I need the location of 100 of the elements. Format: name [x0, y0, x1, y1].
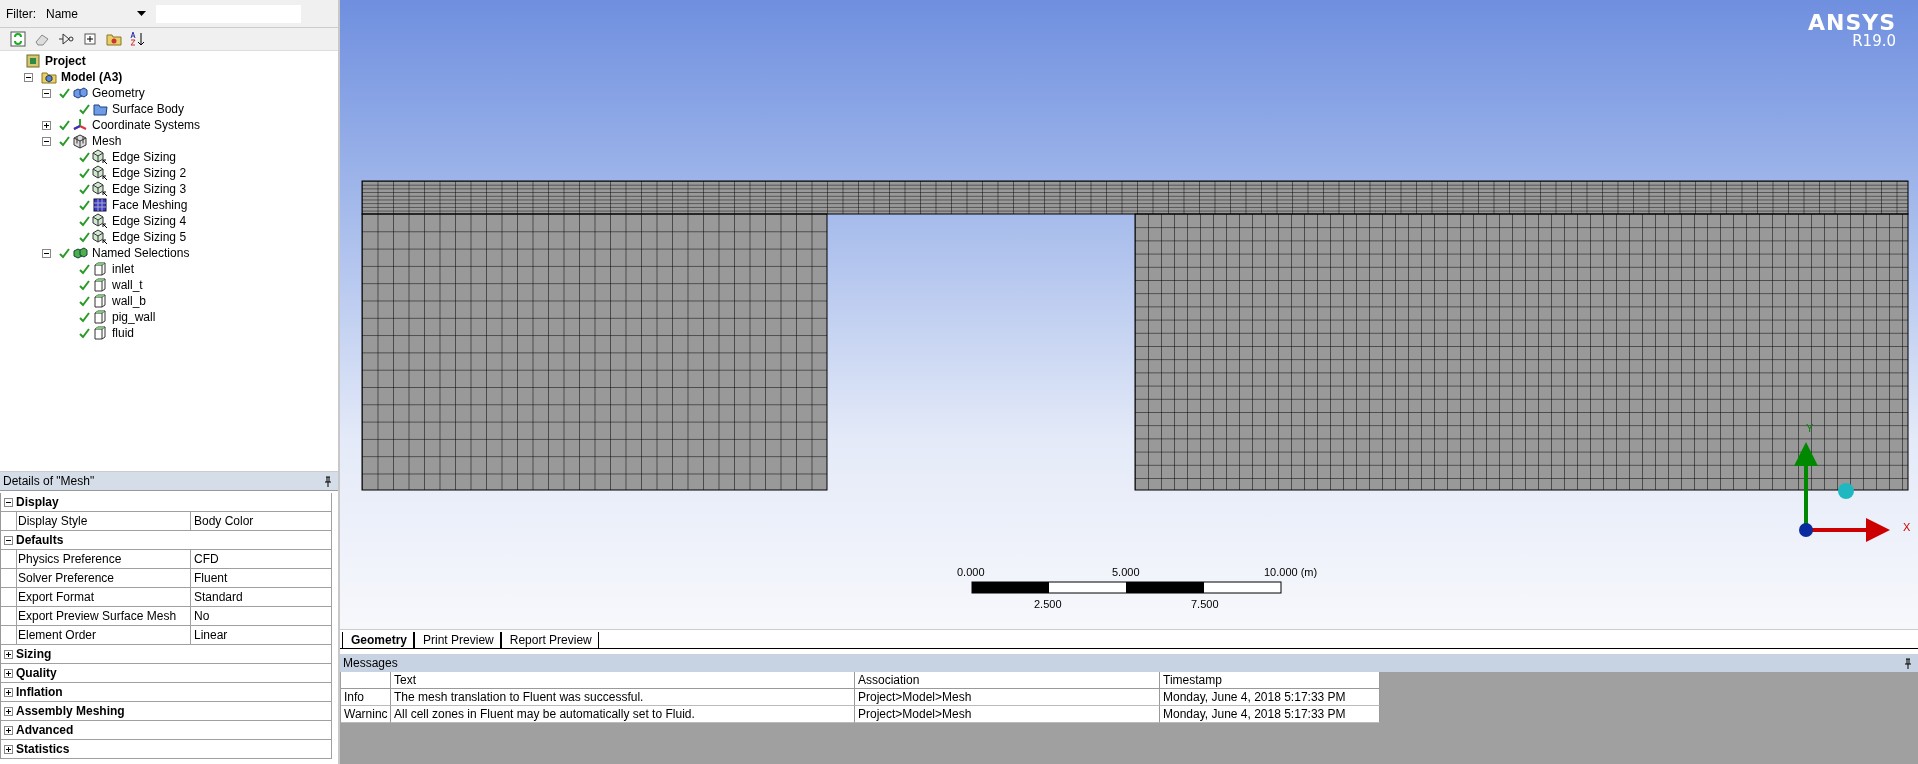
cubes-icon: [72, 245, 88, 261]
tree-item[interactable]: Edge Sizing 3: [110, 182, 189, 196]
scale-label: 7.500: [1191, 598, 1219, 610]
scale-label: 5.000: [1112, 566, 1140, 578]
expand-icon[interactable]: [82, 31, 98, 47]
table-cell: Monday, June 4, 2018 5:17:33 PM: [1160, 689, 1380, 706]
tree-item[interactable]: wall_t: [110, 278, 145, 292]
property-value[interactable]: Body Color: [191, 514, 254, 528]
check-icon: [59, 135, 70, 147]
cube-arrow-icon: [92, 149, 108, 165]
property-value[interactable]: Linear: [191, 628, 228, 642]
tree-item[interactable]: Named Selections: [90, 246, 192, 260]
sort-icon[interactable]: [130, 31, 146, 47]
panel-title: Details of "Mesh": [3, 474, 95, 488]
property-value[interactable]: Standard: [191, 590, 243, 604]
expand-toggle-icon[interactable]: [4, 706, 13, 716]
axis-label: Y: [1806, 422, 1814, 434]
tree-item[interactable]: Surface Body: [110, 102, 187, 116]
tree-item[interactable]: Geometry: [90, 86, 147, 100]
scale-label: 10.000 (m): [1264, 566, 1318, 578]
tree-item[interactable]: pig_wall: [110, 310, 158, 324]
tree-item[interactable]: Model (A3): [59, 70, 125, 84]
tree-item[interactable]: Edge Sizing 2: [110, 166, 189, 180]
expand-toggle-icon[interactable]: [4, 668, 13, 678]
group-header[interactable]: Display: [16, 495, 59, 509]
tree-item[interactable]: Face Meshing: [110, 198, 190, 212]
collapse-toggle[interactable]: [42, 136, 51, 146]
version-label: R19.0: [1851, 32, 1896, 50]
collapse-toggle[interactable]: [24, 72, 33, 82]
box-icon: [92, 325, 108, 341]
view-tab[interactable]: Geometry: [342, 632, 415, 648]
group-header[interactable]: Sizing: [16, 647, 52, 661]
plus-icon: [43, 121, 50, 129]
expand-toggle-icon[interactable]: [4, 649, 13, 659]
folder-icon[interactable]: [106, 31, 122, 47]
check-icon: [79, 215, 90, 227]
table-cell: All cell zones in Fluent may be automatically set to Fluid.: [391, 706, 855, 723]
column-header[interactable]: Timestamp: [1160, 672, 1380, 689]
scale-label: 0.000: [957, 566, 985, 578]
axis-label: X: [1903, 521, 1911, 533]
column-header[interactable]: Association: [855, 672, 1160, 689]
check-icon: [79, 311, 90, 323]
check-icon: [79, 327, 90, 339]
property-value[interactable]: Fluent: [191, 571, 228, 585]
expand-toggle-icon[interactable]: [4, 687, 13, 697]
check-icon: [79, 183, 90, 195]
group-header[interactable]: Assembly Meshing: [16, 704, 125, 718]
collapse-toggle-icon[interactable]: [4, 497, 13, 507]
cube-arrow-icon: [92, 213, 108, 229]
brand-logo: ANSYS: [1807, 10, 1896, 35]
check-icon: [79, 231, 90, 243]
box-icon: [92, 309, 108, 325]
cube-arrow-icon: [92, 165, 108, 181]
column-header[interactable]: Text: [391, 672, 855, 689]
expand-toggle-icon[interactable]: [4, 725, 13, 735]
view-tab[interactable]: Report Preview: [500, 632, 599, 648]
check-icon: [79, 263, 90, 275]
group-header[interactable]: Statistics: [16, 742, 70, 756]
tag-icon[interactable]: [58, 31, 74, 47]
property-name: Element Order: [17, 626, 191, 644]
pin-icon[interactable]: [1904, 657, 1912, 669]
group-header[interactable]: Advanced: [16, 723, 74, 737]
tree-item[interactable]: Coordinate Systems: [90, 118, 203, 132]
cubes-icon: [72, 85, 88, 101]
tree-item[interactable]: Mesh: [90, 134, 124, 148]
tree-item[interactable]: Edge Sizing 5: [110, 230, 189, 244]
expand-toggle[interactable]: [42, 120, 51, 130]
expand-toggle-icon[interactable]: [4, 744, 13, 754]
origin-sphere: [1799, 523, 1813, 537]
filter-label: Filter:: [6, 6, 36, 21]
folder-cube-icon: [41, 69, 57, 85]
collapse-toggle[interactable]: [42, 88, 51, 98]
group-header[interactable]: Quality: [16, 666, 57, 680]
tree-item[interactable]: fluid: [110, 326, 136, 340]
sheet-icon: [92, 101, 108, 117]
collapse-toggle[interactable]: [42, 248, 51, 258]
tree-item[interactable]: Project: [43, 54, 88, 68]
property-value[interactable]: CFD: [191, 552, 219, 566]
collapse-toggle-icon[interactable]: [4, 535, 13, 545]
property-name: Export Preview Surface Mesh: [17, 607, 191, 625]
refresh-icon[interactable]: [10, 31, 26, 47]
check-icon: [79, 279, 90, 291]
tree-item[interactable]: Edge Sizing 4: [110, 214, 189, 228]
check-icon: [59, 119, 70, 131]
check-icon: [79, 151, 90, 163]
view-tab[interactable]: Print Preview: [414, 632, 501, 648]
pin-icon[interactable]: [324, 475, 332, 487]
property-value[interactable]: No: [191, 609, 210, 623]
table-cell: Info: [341, 689, 391, 706]
scale-label: 2.500: [1034, 598, 1062, 610]
table-cell: The mesh translation to Fluent was successful.: [391, 689, 855, 706]
check-icon: [79, 167, 90, 179]
table-cell: Project>Model>Mesh: [855, 689, 1160, 706]
table-cell: Warninc: [341, 706, 391, 723]
tree-item[interactable]: Edge Sizing: [110, 150, 179, 164]
tree-item[interactable]: inlet: [110, 262, 136, 276]
group-header[interactable]: Inflation: [16, 685, 63, 699]
tree-item[interactable]: wall_b: [110, 294, 149, 308]
check-icon: [79, 103, 90, 115]
group-header[interactable]: Defaults: [16, 533, 64, 547]
